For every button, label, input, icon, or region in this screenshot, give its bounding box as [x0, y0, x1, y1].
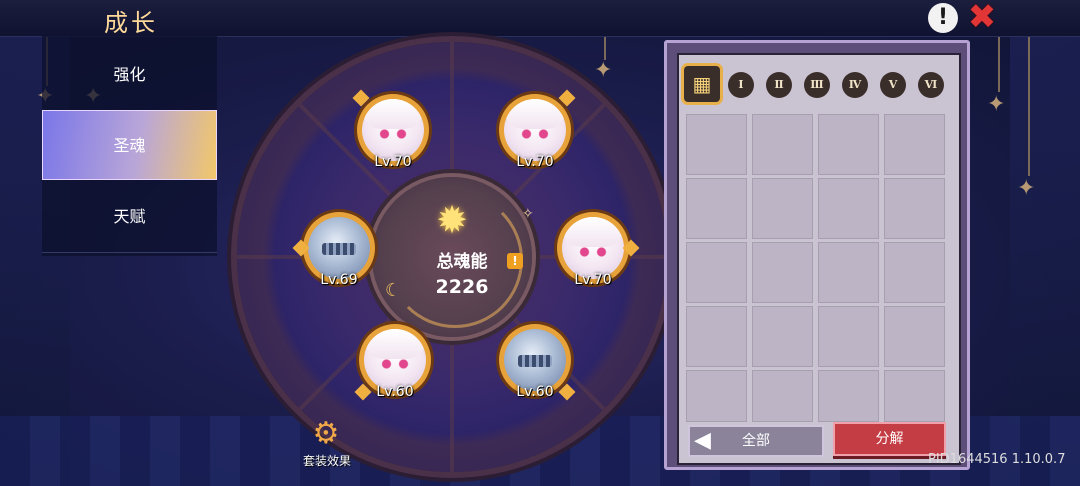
- soul-slot-3[interactable]: Lv.69: [292, 212, 375, 288]
- filter-tab-3[interactable]: Ⅲ: [804, 72, 830, 98]
- inventory-slot[interactable]: [752, 178, 813, 239]
- armor-helmet-icon: [308, 217, 370, 279]
- inventory-slot[interactable]: [686, 114, 747, 175]
- exclamation-icon: !: [937, 5, 949, 30]
- slot-level: Lv.69: [320, 272, 358, 288]
- soul-slot-2[interactable]: Lv.70: [499, 89, 576, 170]
- set-effect-button[interactable]: ⚙ 套装效果: [296, 418, 358, 472]
- filter-tab-6[interactable]: Ⅵ: [918, 72, 944, 98]
- soul-slot-5[interactable]: Lv.60: [354, 324, 431, 401]
- info-button[interactable]: !: [928, 3, 958, 33]
- sidebar-item-enhance[interactable]: 强化: [42, 40, 217, 111]
- sidebar-item-talent[interactable]: 天赋: [42, 182, 217, 253]
- inventory-slot[interactable]: [884, 306, 945, 367]
- slot-level: Lv.70: [516, 154, 554, 170]
- inventory-slot[interactable]: [818, 114, 879, 175]
- character-portrait-icon: [562, 217, 624, 279]
- inventory-slot[interactable]: [686, 306, 747, 367]
- page-title: 成长: [104, 9, 158, 37]
- inventory-slot[interactable]: [818, 306, 879, 367]
- soul-slot-4[interactable]: Lv.70: [557, 212, 640, 288]
- hanging-ornament: [1028, 36, 1030, 176]
- info-badge-icon[interactable]: !: [507, 253, 523, 269]
- sparkle-icon: ✧: [522, 206, 534, 222]
- inventory-slot[interactable]: [884, 370, 945, 422]
- total-soul-energy-label: 总魂能: [436, 252, 488, 272]
- set-effect-icon: ⚙: [312, 416, 340, 451]
- star-ornament-icon: ✦: [1017, 176, 1036, 201]
- filter-tab-5[interactable]: Ⅴ: [880, 72, 906, 98]
- build-id: PID1644516 1.10.0.7: [928, 452, 1066, 467]
- inventory-grid: [686, 114, 946, 426]
- triangle-left-icon: ◀: [694, 428, 711, 453]
- filter-tabs: ▦ Ⅰ Ⅱ Ⅲ Ⅳ Ⅴ Ⅵ: [684, 66, 948, 106]
- armor-helmet-icon: [504, 329, 566, 391]
- character-portrait-icon: [504, 99, 566, 161]
- filter-all-button[interactable]: ◀ 全部: [688, 425, 824, 457]
- filter-tab-2[interactable]: Ⅱ: [766, 72, 792, 98]
- decompose-button[interactable]: 分解: [833, 422, 946, 456]
- top-bar: 成长 ! ✖: [0, 0, 1080, 37]
- inventory-slot[interactable]: [686, 370, 747, 422]
- grid-icon: ▦: [692, 72, 712, 96]
- slot-level: Lv.70: [374, 154, 412, 170]
- character-portrait-icon: [364, 329, 426, 391]
- soul-wheel: ✹ ✧ ☾ 总魂能 ! 2226 Lv.70 Lv.70 Lv.69 Lv.70…: [237, 42, 667, 472]
- slot-level: Lv.60: [376, 384, 414, 400]
- total-soul-energy-value: 2226: [435, 276, 489, 298]
- sidebar: 强化 圣魂 天赋: [42, 36, 217, 256]
- filter-all-tab[interactable]: ▦: [684, 66, 720, 102]
- close-button[interactable]: ✖: [966, 0, 998, 37]
- slot-level: Lv.70: [574, 272, 612, 288]
- set-effect-label: 套装效果: [302, 454, 351, 468]
- soul-slot-6[interactable]: Lv.60: [499, 324, 576, 401]
- inventory-slot[interactable]: [818, 178, 879, 239]
- inventory-slot[interactable]: [752, 114, 813, 175]
- inventory-slot[interactable]: [884, 114, 945, 175]
- close-icon: ✖: [967, 0, 997, 37]
- inventory-slot[interactable]: [884, 242, 945, 303]
- filter-tab-1[interactable]: Ⅰ: [728, 72, 754, 98]
- character-portrait-icon: [362, 99, 424, 161]
- inventory-slot[interactable]: [752, 306, 813, 367]
- hanging-ornament: [998, 36, 1000, 92]
- inventory-slot[interactable]: [752, 242, 813, 303]
- inventory-slot[interactable]: [818, 242, 879, 303]
- sidebar-item-holy-soul[interactable]: 圣魂: [42, 110, 217, 180]
- inventory-slot[interactable]: [686, 178, 747, 239]
- inventory-slot[interactable]: [752, 370, 813, 422]
- inventory-slot[interactable]: [686, 242, 747, 303]
- soul-slot-1[interactable]: Lv.70: [352, 89, 429, 170]
- filter-tab-4[interactable]: Ⅳ: [842, 72, 868, 98]
- slot-level: Lv.60: [516, 384, 554, 400]
- filter-all-label: 全部: [742, 433, 770, 449]
- inventory-slot[interactable]: [884, 178, 945, 239]
- star-ornament-icon: ✦: [987, 92, 1006, 117]
- moon-icon: ☾: [385, 280, 402, 301]
- inventory-slot[interactable]: [818, 370, 879, 422]
- sun-icon: ✹: [436, 198, 468, 242]
